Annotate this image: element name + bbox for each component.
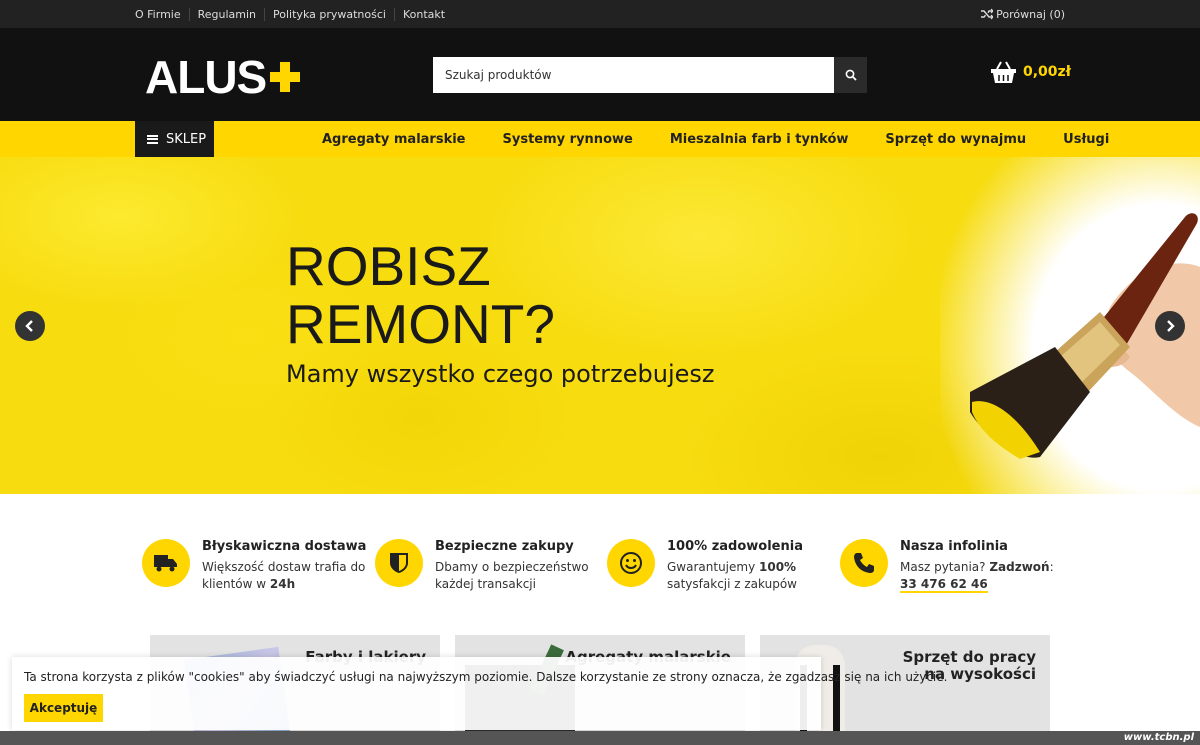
link-kontakt[interactable]: Kontakt: [393, 7, 453, 21]
logo-text: ALUS: [145, 51, 267, 103]
feature-desc-line1: Większość dostaw trafia do: [202, 560, 366, 574]
feature-desc-bold: 100%: [759, 560, 797, 574]
link-regulamin[interactable]: Regulamin: [188, 7, 264, 21]
nav-item-agregaty-malarskie[interactable]: Agregaty malarskie: [322, 132, 466, 147]
nav-item-uslugi[interactable]: Usługi: [1063, 132, 1109, 147]
logo-plus-icon: [268, 60, 302, 94]
hamburger-icon: [147, 134, 158, 144]
feature-icon-circle: [607, 539, 655, 587]
search-icon: [845, 69, 857, 81]
cart-total: 0,00zł: [1023, 64, 1071, 80]
cookie-accept-button[interactable]: Akceptuję: [24, 694, 103, 722]
shield-icon: [390, 553, 408, 573]
shuffle-icon: [981, 8, 994, 20]
feature-title: 100% zadowolenia: [667, 539, 803, 554]
feature-icon-circle: [142, 539, 190, 587]
feature-delivery: Błyskawiczna dostawa Większość dostaw tr…: [142, 539, 366, 593]
paintbrush-image: [970, 213, 1200, 459]
compare-label: Porównaj (0): [996, 7, 1065, 21]
feature-title: Błyskawiczna dostawa: [202, 539, 367, 554]
features-row: Błyskawiczna dostawa Większość dostaw tr…: [142, 539, 1062, 599]
feature-description: Większość dostaw trafia do klientów w 24…: [202, 559, 366, 593]
phone-icon: [854, 553, 874, 573]
hero-title: ROBISZ REMONT?: [286, 237, 555, 353]
feature-title: Bezpieczne zakupy: [435, 539, 574, 554]
feature-desc-colon: :: [1049, 560, 1054, 574]
hotline-phone-number[interactable]: 33 476 62 46: [900, 577, 988, 593]
feature-desc-line1: Gwarantujemy 100%: [667, 559, 803, 576]
watermark-text: www.tcbn.pl: [1123, 732, 1194, 743]
main-nav: SKLEP Agregaty malarskie Systemy rynnowe…: [0, 121, 1200, 157]
search-button[interactable]: [834, 57, 867, 93]
watermark-bar: www.tcbn.pl: [0, 731, 1200, 745]
category-tile-title-line1: Sprzęt do pracy: [902, 648, 1036, 666]
feature-desc-line1: Dbamy o bezpieczeństwo: [435, 560, 589, 574]
feature-desc-line2: klientów w 24h: [202, 576, 366, 593]
shop-label: SKLEP: [166, 131, 207, 147]
shop-menu-button[interactable]: SKLEP: [135, 121, 214, 157]
feature-icon-circle: [375, 539, 423, 587]
cookie-banner: Ta strona korzysta z plików "cookies" ab…: [12, 657, 947, 730]
cart[interactable]: 0,00zł: [990, 60, 1071, 84]
feature-desc-text: Gwarantujemy: [667, 560, 759, 574]
feature-secure: Bezpieczne zakupy Dbamy o bezpieczeństwo…: [375, 539, 589, 593]
basket-icon: [991, 61, 1016, 83]
slider-next-button[interactable]: [1155, 311, 1185, 341]
feature-icon-circle: [840, 539, 888, 587]
feature-satisfaction: 100% zadowolenia Gwarantujemy 100% satys…: [607, 539, 803, 593]
feature-title: Nasza infolinia: [900, 539, 1008, 554]
compare-link[interactable]: Porównaj (0): [981, 0, 1065, 28]
top-links: O Firmie Regulamin Polityka prywatności …: [135, 0, 453, 28]
hero-subtitle: Mamy wszystko czego potrzebujesz: [286, 360, 715, 388]
chevron-right-icon: [1167, 320, 1175, 332]
nav-item-mieszalnia[interactable]: Mieszalnia farb i tynków: [670, 132, 849, 147]
nav-links: Agregaty malarskie Systemy rynnowe Miesz…: [322, 121, 1146, 157]
link-polityka-prywatnosci[interactable]: Polityka prywatności: [264, 7, 394, 21]
logo[interactable]: ALUS: [145, 54, 302, 100]
search-bar: [433, 57, 867, 93]
truck-icon: [154, 555, 177, 572]
nav-item-systemy-rynnowe[interactable]: Systemy rynnowe: [503, 132, 633, 147]
feature-description: Dbamy o bezpieczeństwo każdej transakcji: [435, 559, 589, 593]
hero-slider: ROBISZ REMONT? Mamy wszystko czego potrz…: [0, 157, 1200, 494]
feature-desc-line2: każdej transakcji: [435, 577, 536, 591]
link-o-firmie[interactable]: O Firmie: [135, 8, 189, 21]
feature-desc-text: Masz pytania?: [900, 560, 990, 574]
smile-icon: [620, 552, 642, 574]
feature-description: Gwarantujemy 100% satysfakcji z zakupów: [667, 559, 803, 593]
feature-desc-bold: Zadzwoń: [989, 560, 1050, 574]
feature-desc-line2: satysfakcji z zakupów: [667, 577, 797, 591]
nav-item-sprzet-do-wynajmu[interactable]: Sprzęt do wynajmu: [885, 132, 1026, 147]
search-input[interactable]: [433, 57, 834, 93]
feature-description: Masz pytania? Zadzwoń: 33 476 62 46: [900, 559, 1054, 593]
chevron-left-icon: [25, 320, 33, 332]
top-bar: O Firmie Regulamin Polityka prywatności …: [0, 0, 1200, 28]
slider-prev-button[interactable]: [15, 311, 45, 341]
hero-title-line2: REMONT?: [286, 293, 555, 355]
feature-hotline: Nasza infolinia Masz pytania? Zadzwoń: 3…: [840, 539, 1054, 593]
cookie-text: Ta strona korzysta z plików "cookies" ab…: [24, 670, 948, 684]
feature-desc-bold: 24h: [269, 577, 296, 591]
feature-desc-text: klientów w: [202, 577, 270, 591]
hero-title-line1: ROBISZ: [286, 235, 491, 297]
feature-desc-line1: Masz pytania? Zadzwoń:: [900, 559, 1054, 576]
